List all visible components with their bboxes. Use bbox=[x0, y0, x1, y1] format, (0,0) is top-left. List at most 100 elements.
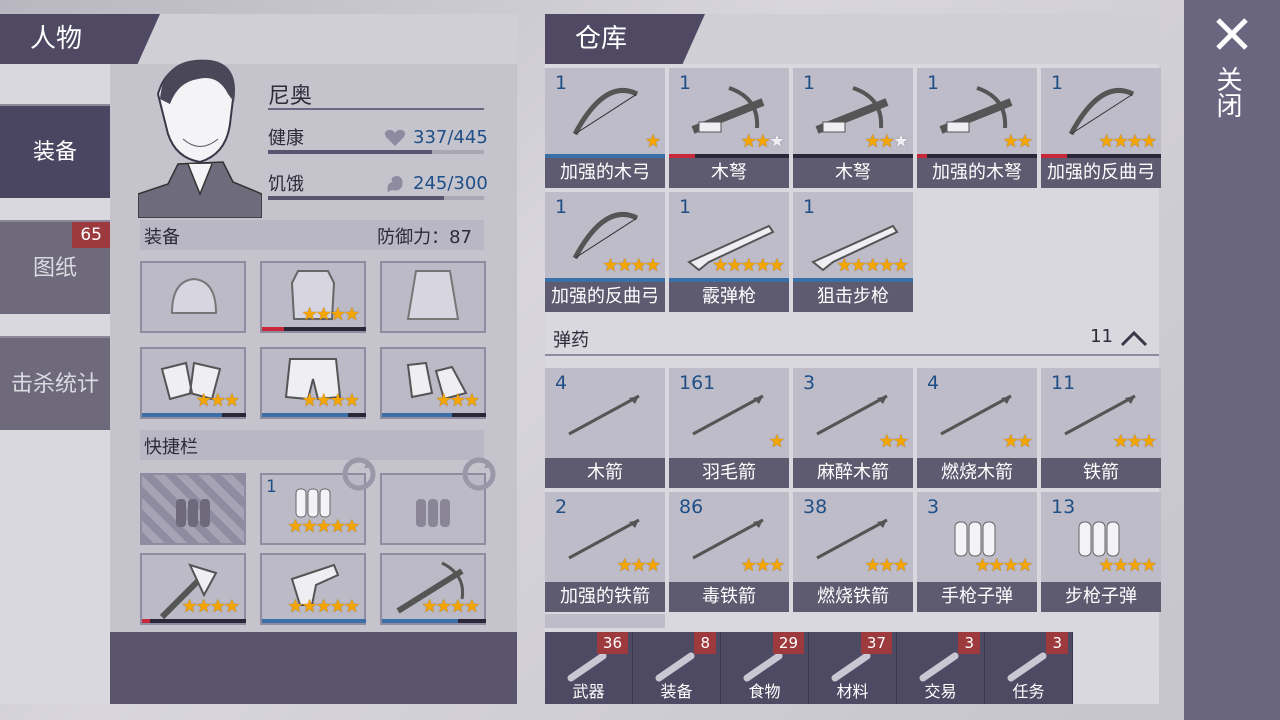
ammo-stars: ★★★ bbox=[864, 555, 909, 576]
slot-coat[interactable] bbox=[380, 261, 486, 333]
quick-slot-revolver[interactable]: ★★★★★ bbox=[260, 553, 366, 625]
item-name: 木弩 bbox=[669, 158, 789, 188]
item-count: 1 bbox=[679, 72, 692, 94]
ammo-item[interactable]: 4 木箭 bbox=[545, 368, 665, 488]
item-name: 加强的反曲弓 bbox=[545, 282, 665, 312]
swap-icon[interactable] bbox=[340, 456, 378, 496]
category-label: 交易 bbox=[924, 682, 957, 701]
bullets-icon bbox=[176, 499, 210, 527]
nav-equipment[interactable]: 装备 bbox=[0, 104, 110, 198]
ammo-item[interactable]: 3 ★★★★ 手枪子弹 bbox=[917, 492, 1037, 612]
health-label: 健康 bbox=[268, 128, 304, 149]
close-label[interactable]: 关闭 bbox=[1212, 66, 1246, 118]
slot-body-armor[interactable]: ★★★★ bbox=[260, 261, 366, 333]
hunger-label: 饥饿 bbox=[268, 174, 304, 195]
slot-gloves[interactable]: ★★★ bbox=[140, 347, 246, 419]
warehouse-item[interactable]: 1 ★★★★ 加强的反曲弓 bbox=[545, 192, 665, 312]
ammo-name: 木箭 bbox=[545, 458, 665, 488]
item-count: 1 bbox=[803, 196, 816, 218]
ammo-section-header[interactable]: 弹药 11 bbox=[545, 322, 1159, 356]
category-label: 食物 bbox=[748, 682, 781, 701]
ammo-stars: ★★★ bbox=[740, 555, 785, 576]
slot-head[interactable] bbox=[140, 261, 246, 333]
ammo-item[interactable]: 86 ★★★ 毒铁箭 bbox=[669, 492, 789, 612]
ammo-count: 3 bbox=[927, 496, 940, 518]
warehouse-tab-title: 仓库 bbox=[575, 24, 628, 54]
quick-slot-locked bbox=[140, 473, 246, 545]
warehouse-item[interactable]: 1 ★★★★★ 狙击步枪 bbox=[793, 192, 913, 312]
character-name: 尼奥 bbox=[268, 84, 313, 109]
ammo-item[interactable]: 38 ★★★ 燃烧铁箭 bbox=[793, 492, 913, 612]
item-stars: ★★★ bbox=[864, 131, 909, 152]
warehouse-item[interactable]: 1 ★★ 加强的木弩 bbox=[917, 68, 1037, 188]
category-badge: 37 bbox=[860, 632, 892, 654]
item-stars: ★★★ bbox=[740, 131, 785, 152]
ammo-count: 161 bbox=[679, 372, 716, 394]
ammo-item[interactable]: 13 ★★★★ 步枪子弹 bbox=[1041, 492, 1161, 612]
ammo-name: 加强的铁箭 bbox=[545, 582, 665, 612]
nav-blueprints[interactable]: 图纸 65 bbox=[0, 220, 110, 314]
ammo-name: 步枪子弹 bbox=[1041, 582, 1161, 612]
warehouse-tab: 仓库 bbox=[545, 14, 705, 64]
category-tab[interactable]: 3 交易 bbox=[897, 632, 985, 704]
item-count: 1 bbox=[679, 196, 692, 218]
ammo-stars: ★★★★ bbox=[1098, 555, 1157, 576]
item-name: 加强的反曲弓 bbox=[1041, 158, 1161, 188]
ammo-name: 手枪子弹 bbox=[917, 582, 1037, 612]
defense-label: 防御力：87 bbox=[377, 227, 472, 248]
nav-equipment-label: 装备 bbox=[32, 140, 77, 165]
slot-shoes[interactable]: ★★★ bbox=[380, 347, 486, 419]
quick-slot-crossbow[interactable]: ★★★★ bbox=[380, 553, 486, 625]
chevron-up-icon[interactable] bbox=[1119, 328, 1149, 348]
item-stars: ★★★★★ bbox=[836, 255, 909, 276]
character-portrait bbox=[138, 54, 262, 218]
ammo-stars: ★★ bbox=[878, 431, 909, 452]
equipment-section-header: 装备 防御力：87 bbox=[140, 220, 484, 250]
ammo-item[interactable]: 4 ★★ 燃烧木箭 bbox=[917, 368, 1037, 488]
warehouse-item[interactable]: 1 ★★★ 木弩 bbox=[793, 68, 913, 188]
warehouse-item[interactable]: 1 ★★★★★ 霰弹枪 bbox=[669, 192, 789, 312]
ammo-stars: ★★★ bbox=[616, 555, 661, 576]
category-label: 任务 bbox=[1012, 682, 1045, 701]
ammo-item[interactable]: 161 ★ 羽毛箭 bbox=[669, 368, 789, 488]
ammo-count: 3 bbox=[803, 372, 816, 394]
health-bar bbox=[268, 150, 484, 154]
close-sidebar[interactable]: 关闭 bbox=[1184, 0, 1280, 720]
ammo-item[interactable]: 11 ★★★ 铁箭 bbox=[1041, 368, 1161, 488]
nav-kill-stats[interactable]: 击杀统计 bbox=[0, 336, 110, 430]
swap-icon[interactable] bbox=[460, 456, 498, 496]
category-tab[interactable]: 37 材料 bbox=[809, 632, 897, 704]
warehouse-item[interactable]: 1 ★ 加强的木弓 bbox=[545, 68, 665, 188]
category-badge: 36 bbox=[596, 632, 628, 654]
ammo-name: 羽毛箭 bbox=[669, 458, 789, 488]
ammo-section-count: 11 bbox=[1090, 326, 1113, 347]
category-tab[interactable]: 36 武器 bbox=[545, 632, 633, 704]
ammo-item[interactable]: 3 ★★ 麻醉木箭 bbox=[793, 368, 913, 488]
item-stars: ★★★★★ bbox=[712, 255, 785, 276]
category-label: 材料 bbox=[836, 682, 869, 701]
ammo-name: 铁箭 bbox=[1041, 458, 1161, 488]
item-count: 1 bbox=[1051, 72, 1064, 94]
ammo-count: 11 bbox=[1051, 372, 1076, 394]
item-name: 木弩 bbox=[793, 158, 913, 188]
ammo-stars: ★★★★ bbox=[974, 555, 1033, 576]
ammo-stars: ★★★ bbox=[1112, 431, 1157, 452]
ammo-stars: ★ bbox=[768, 431, 785, 452]
ammo-count: 4 bbox=[555, 372, 568, 394]
quick-slot-hatchet[interactable]: ★★★★ bbox=[140, 553, 246, 625]
warehouse-item[interactable]: 1 ★★★★ 加强的反曲弓 bbox=[1041, 68, 1161, 188]
ammo-item[interactable]: 2 ★★★ 加强的铁箭 bbox=[545, 492, 665, 612]
warehouse-item[interactable]: 1 ★★★ 木弩 bbox=[669, 68, 789, 188]
category-tab[interactable]: 8 装备 bbox=[633, 632, 721, 704]
item-count: 1 bbox=[803, 72, 816, 94]
quickbar-header: 快捷栏 bbox=[140, 430, 484, 460]
slot-pants[interactable]: ★★★★ bbox=[260, 347, 366, 419]
category-tab[interactable]: 29 食物 bbox=[721, 632, 809, 704]
item-count: 1 bbox=[555, 72, 568, 94]
close-icon[interactable] bbox=[1214, 16, 1250, 52]
category-label: 武器 bbox=[572, 682, 605, 701]
stomach-icon bbox=[384, 174, 406, 198]
character-tab: 人物 bbox=[0, 14, 160, 64]
category-tab[interactable]: 3 任务 bbox=[985, 632, 1073, 704]
item-count: 1 bbox=[927, 72, 940, 94]
